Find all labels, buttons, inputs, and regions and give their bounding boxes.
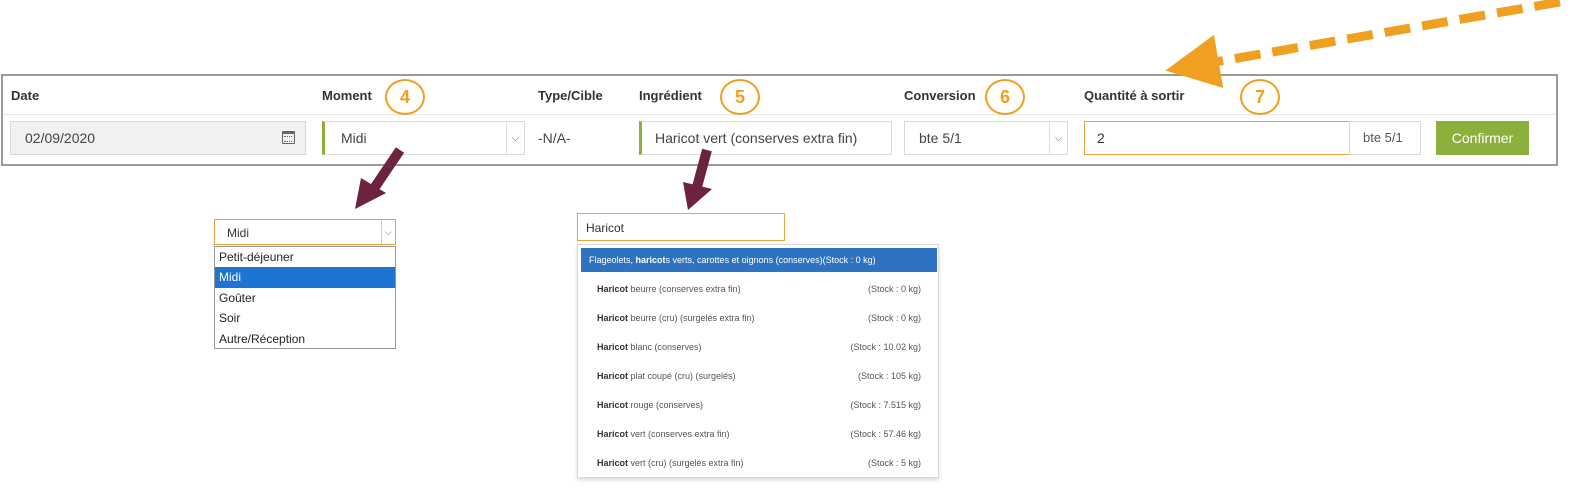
- moment-value: Midi: [341, 130, 367, 146]
- header-divider: [3, 114, 1556, 115]
- annotation-badge-7: 7: [1240, 79, 1280, 115]
- item-stock: (Stock : 0 kg): [867, 313, 921, 323]
- autocomplete-item[interactable]: Haricot vert (cru) (surgelés extra fin) …: [581, 451, 937, 475]
- item-label: Haricot beurre (cru) (surgelés extra fin…: [597, 313, 755, 323]
- date-value: 02/09/2020: [25, 130, 96, 146]
- moment-dropdown-list: Petit-déjeuner Midi Goûter Soir Autre/Ré…: [214, 246, 396, 349]
- confirm-button[interactable]: Confirmer: [1436, 121, 1529, 155]
- autocomplete-item-selected[interactable]: Flageolets, haricots verts, carottes et …: [581, 248, 937, 272]
- item-label: Haricot beurre (conserves extra fin): [597, 284, 741, 294]
- item-label: Haricot plat coupé (cru) (surgelés): [597, 371, 736, 381]
- autocomplete-item[interactable]: Haricot vert (conserves extra fin) (Stoc…: [581, 422, 937, 446]
- annotation-badge-6: 6: [985, 79, 1025, 115]
- autocomplete-item[interactable]: Haricot beurre (cru) (surgelés extra fin…: [581, 306, 937, 330]
- autocomplete-item[interactable]: Haricot plat coupé (cru) (surgelés) (Sto…: [581, 364, 937, 388]
- item-stock: (Stock : 7.515 kg): [850, 400, 921, 410]
- label-quantity: Quantité à sortir: [1084, 88, 1185, 103]
- item-label: Haricot rouge (conserves): [597, 400, 704, 410]
- conversion-select[interactable]: bte 5/1 ⌵: [904, 121, 1068, 155]
- dropdown-option[interactable]: Soir: [215, 308, 395, 328]
- annotation-badge-5: 5: [720, 79, 760, 115]
- chevron-down-icon[interactable]: ⌵: [1049, 122, 1067, 154]
- label-conversion: Conversion: [904, 88, 976, 103]
- item-label: Flageolets, haricots verts, carottes et …: [589, 255, 823, 265]
- item-stock: (Stock : 0 kg): [822, 255, 876, 265]
- ingredient-search-input[interactable]: Haricot: [577, 213, 785, 241]
- quantity-input[interactable]: [1084, 121, 1350, 155]
- item-label: Haricot vert (cru) (surgelés extra fin): [597, 458, 744, 468]
- dropdown-option-selected[interactable]: Midi: [215, 267, 395, 288]
- autocomplete-item[interactable]: Haricot blanc (conserves) (Stock : 10.02…: [581, 335, 937, 359]
- label-type: Type/Cible: [538, 88, 603, 103]
- item-label: Haricot blanc (conserves): [597, 342, 702, 352]
- item-label: Haricot vert (conserves extra fin): [597, 429, 730, 439]
- orange-dashed-arrow: [1165, 0, 1561, 88]
- dropdown-option[interactable]: Petit-déjeuner: [215, 247, 395, 267]
- label-ingredient: Ingrédient: [639, 88, 702, 103]
- label-moment: Moment: [322, 88, 372, 103]
- autocomplete-list: Flageolets, haricots verts, carottes et …: [577, 244, 939, 478]
- dropdown-option[interactable]: Goûter: [215, 288, 395, 308]
- moment-dropdown-value: Midi: [227, 226, 250, 240]
- item-stock: (Stock : 5 kg): [867, 458, 921, 468]
- search-query: Haricot: [586, 221, 625, 235]
- date-field[interactable]: 02/09/2020: [10, 121, 306, 155]
- type-value: -N/A-: [538, 130, 571, 146]
- label-date: Date: [11, 88, 40, 103]
- annotation-badge-4: 4: [385, 79, 425, 115]
- item-stock: (Stock : 57.46 kg): [850, 429, 921, 439]
- unit-label: bte 5/1: [1349, 121, 1421, 155]
- ingredient-value: Haricot vert (conserves extra fin): [655, 130, 858, 146]
- item-stock: (Stock : 0 kg): [867, 284, 921, 294]
- calendar-icon[interactable]: [282, 131, 295, 144]
- conversion-value: bte 5/1: [919, 130, 962, 146]
- stock-exit-form: Date Moment Type/Cible Ingrédient Conver…: [1, 74, 1558, 166]
- autocomplete-item[interactable]: Haricot rouge (conserves) (Stock : 7.515…: [581, 393, 937, 417]
- item-stock: (Stock : 10.02 kg): [850, 342, 921, 352]
- autocomplete-item[interactable]: Haricot beurre (conserves extra fin) (St…: [581, 277, 937, 301]
- chevron-down-icon[interactable]: ⌵: [381, 220, 395, 244]
- ingredient-field[interactable]: Haricot vert (conserves extra fin): [639, 121, 892, 155]
- item-stock: (Stock : 105 kg): [857, 371, 921, 381]
- moment-select[interactable]: Midi ⌵: [322, 121, 525, 155]
- dropdown-option[interactable]: Autre/Réception: [215, 329, 395, 349]
- chevron-down-icon[interactable]: ⌵: [506, 122, 524, 154]
- moment-dropdown-select[interactable]: Midi ⌵: [214, 219, 396, 245]
